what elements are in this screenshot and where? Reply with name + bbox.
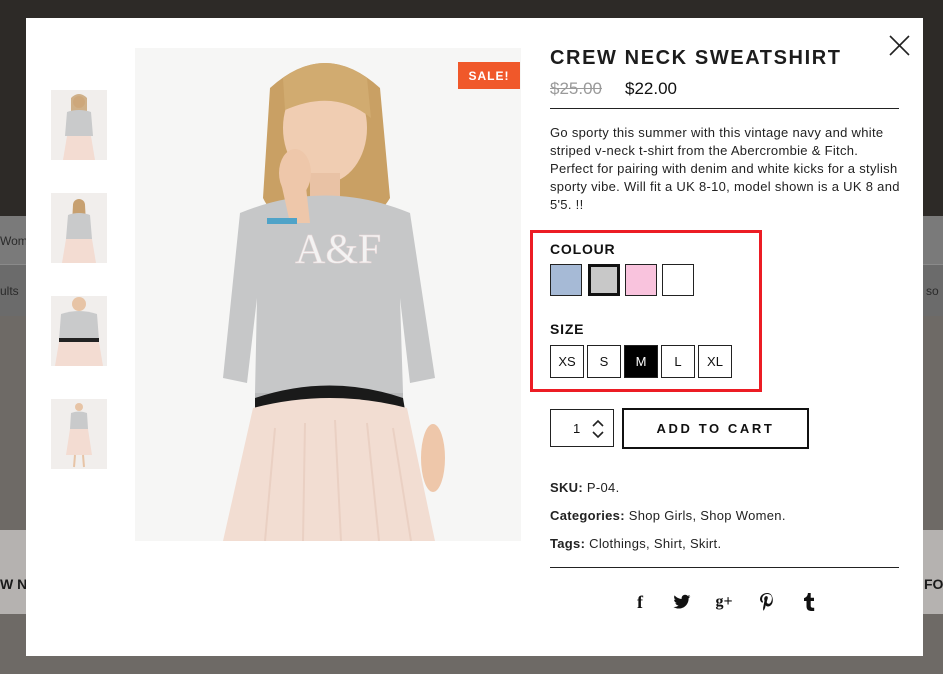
tags-line: Tags: Clothings, Shirt, Skirt.	[550, 536, 722, 551]
old-price: $25.00	[550, 79, 602, 98]
colour-swatch-white[interactable]	[662, 264, 694, 296]
background-sort-text: so	[926, 284, 939, 298]
tumblr-icon[interactable]	[798, 591, 820, 613]
background-product-name: FO	[924, 576, 943, 592]
quantity-stepper[interactable]: 1	[550, 409, 614, 447]
product-main-image: A&F	[135, 48, 521, 541]
divider	[550, 567, 899, 568]
background-results-text: ults	[0, 284, 19, 298]
tag-link[interactable]: Shirt	[654, 536, 682, 551]
sale-badge: SALE!	[458, 62, 520, 89]
product-description: Go sporty this summer with this vintage …	[550, 125, 900, 212]
af-print: A&F	[295, 227, 381, 273]
model-back-icon	[51, 193, 107, 263]
sku-value: P-04.	[586, 480, 620, 495]
categories-label: Categories:	[550, 508, 625, 523]
close-button[interactable]	[885, 31, 915, 61]
size-option-m[interactable]: M	[624, 345, 658, 378]
colour-swatch-blue[interactable]	[550, 264, 582, 296]
sku-label: SKU:	[550, 480, 583, 495]
model-front-icon	[51, 90, 107, 160]
category-link[interactable]: Shop Girls	[629, 508, 693, 523]
tag-link[interactable]: Clothings	[589, 536, 646, 551]
pinterest-icon[interactable]	[756, 591, 778, 613]
facebook-icon[interactable]: f	[629, 591, 651, 613]
background-card	[0, 530, 26, 614]
categories-line: Categories: Shop Girls, Shop Women.	[550, 508, 786, 523]
tag-link[interactable]: Skirt	[690, 536, 718, 551]
thumbnail-closeup[interactable]	[51, 296, 107, 366]
thumbnail-front[interactable]	[51, 90, 107, 160]
model-closeup-icon	[51, 296, 107, 366]
size-option-xl[interactable]: XL	[698, 345, 732, 378]
category-link[interactable]: Shop Women	[700, 508, 782, 523]
background-card	[923, 530, 943, 614]
size-option-s[interactable]: S	[587, 345, 621, 378]
colour-swatch-pink[interactable]	[625, 264, 657, 296]
sale-price: $22.00	[625, 79, 677, 98]
product-title: CREW NECK SWEATSHIRT	[550, 47, 842, 69]
twitter-icon[interactable]	[671, 591, 693, 613]
size-option-xs[interactable]: XS	[550, 345, 584, 378]
thumbnail-fullbody[interactable]	[51, 399, 107, 469]
size-option-l[interactable]: L	[661, 345, 695, 378]
google-plus-icon[interactable]: g+	[713, 591, 735, 613]
sku-line: SKU: P-04.	[550, 480, 619, 495]
colour-label: COLOUR	[550, 241, 616, 257]
model-photo-icon: A&F	[135, 48, 521, 541]
add-to-cart-button[interactable]: ADD TO CART	[622, 408, 809, 449]
tags-label: Tags:	[550, 536, 586, 551]
divider	[550, 108, 899, 109]
quantity-value[interactable]: 1	[573, 421, 580, 436]
background-product-name: W N	[0, 576, 28, 592]
close-icon[interactable]	[885, 31, 915, 61]
thumbnail-back[interactable]	[51, 193, 107, 263]
stepper-arrows-icon[interactable]	[591, 416, 605, 442]
colour-swatch-grey[interactable]	[588, 264, 620, 296]
model-fullbody-icon	[51, 399, 107, 469]
size-label: SIZE	[550, 321, 585, 337]
background-breadcrumb-text: Wom	[0, 234, 28, 248]
